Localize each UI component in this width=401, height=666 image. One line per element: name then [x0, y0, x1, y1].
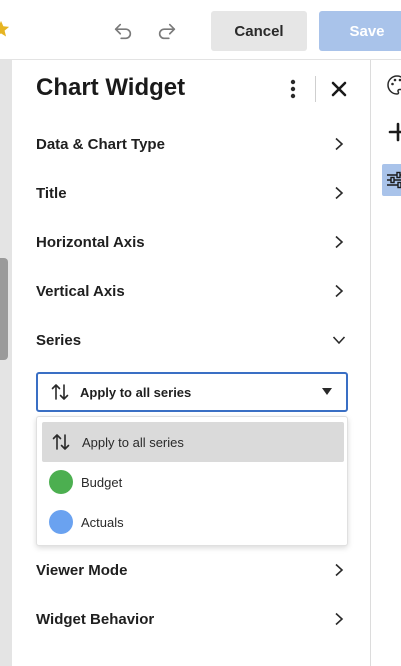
- option-apply-all-series[interactable]: Apply to all series: [42, 422, 344, 462]
- plus-icon[interactable]: [388, 122, 401, 142]
- chevron-right-icon: [335, 137, 344, 151]
- right-tool-rail: [372, 60, 401, 666]
- chevron-right-icon: [335, 612, 344, 626]
- left-gutter: [0, 60, 12, 666]
- section-title[interactable]: Title: [36, 178, 346, 208]
- option-budget[interactable]: Budget: [42, 462, 344, 502]
- section-series[interactable]: Series: [36, 325, 346, 355]
- more-options-icon[interactable]: [284, 78, 302, 100]
- chevron-right-icon: [335, 284, 344, 298]
- section-data-chart-type[interactable]: Data & Chart Type: [36, 129, 346, 159]
- palette-icon[interactable]: [386, 74, 401, 96]
- section-label: Vertical Axis: [36, 282, 125, 300]
- chart-widget-panel: Chart Widget Data & Chart Type Title Hor…: [12, 60, 371, 666]
- undo-icon[interactable]: [112, 20, 134, 42]
- section-widget-behavior[interactable]: Widget Behavior: [36, 604, 346, 634]
- option-label: Apply to all series: [82, 434, 184, 450]
- close-icon[interactable]: [329, 79, 349, 99]
- sort-icon: [52, 434, 70, 450]
- save-button[interactable]: Save: [319, 11, 401, 51]
- section-label: Horizontal Axis: [36, 233, 145, 251]
- section-label: Viewer Mode: [36, 561, 128, 579]
- header-divider: [315, 76, 316, 102]
- star-icon[interactable]: [0, 20, 10, 38]
- chevron-right-icon: [335, 563, 344, 577]
- section-vertical-axis[interactable]: Vertical Axis: [36, 276, 346, 306]
- option-actuals[interactable]: Actuals: [42, 502, 344, 542]
- series-select[interactable]: Apply to all series: [36, 372, 348, 412]
- series-color-swatch: [49, 510, 73, 534]
- redo-icon[interactable]: [156, 20, 178, 42]
- section-label: Series: [36, 331, 82, 349]
- chevron-right-icon: [335, 235, 344, 249]
- series-dropdown-menu: Apply to all series Budget Actuals: [36, 416, 348, 546]
- panel-title: Chart Widget: [36, 74, 186, 101]
- chevron-down-icon: [332, 336, 346, 345]
- left-scrollbar-thumb[interactable]: [0, 258, 8, 360]
- cancel-button[interactable]: Cancel: [211, 11, 307, 51]
- section-horizontal-axis[interactable]: Horizontal Axis: [36, 227, 346, 257]
- section-label: Widget Behavior: [36, 610, 155, 628]
- series-select-value: Apply to all series: [80, 384, 192, 400]
- section-label: Data & Chart Type: [36, 135, 165, 153]
- section-label: Title: [36, 184, 67, 202]
- format-settings-tab[interactable]: [382, 164, 401, 196]
- section-viewer-mode[interactable]: Viewer Mode: [36, 555, 346, 585]
- top-toolbar: Cancel Save: [0, 0, 401, 60]
- sliders-icon: [387, 171, 401, 189]
- chevron-right-icon: [335, 186, 344, 200]
- option-label: Actuals: [81, 514, 124, 530]
- series-color-swatch: [49, 470, 73, 494]
- option-label: Budget: [81, 474, 123, 490]
- sort-icon: [51, 384, 69, 400]
- caret-down-icon: [322, 388, 332, 395]
